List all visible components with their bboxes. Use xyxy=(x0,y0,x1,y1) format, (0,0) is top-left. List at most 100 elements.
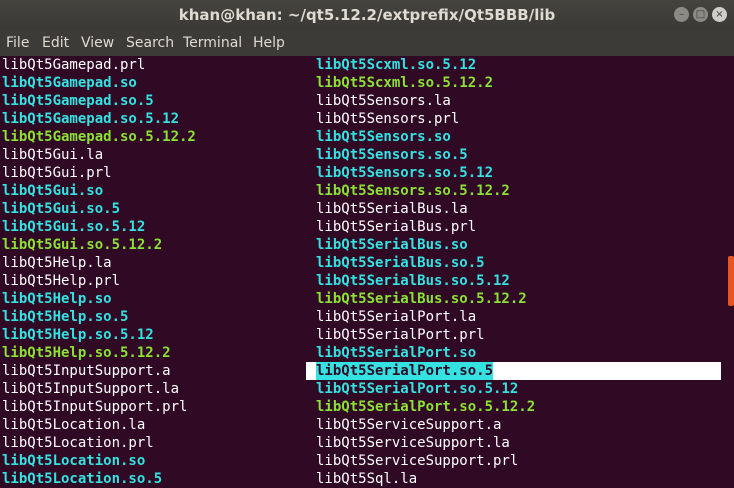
file-entry: libQt5SerialPort.so.5.12.2 xyxy=(316,398,535,416)
file-name: libQt5Sensors.prl xyxy=(316,111,460,127)
menu-file[interactable]: File xyxy=(6,30,29,56)
file-name: libQt5Help.la xyxy=(2,255,112,271)
file-name: libQt5InputSupport.a xyxy=(2,363,171,379)
file-entry: libQt5SerialPort.so xyxy=(316,344,535,362)
file-name: libQt5Sql.la xyxy=(316,471,418,487)
file-name: libQt5Help.so.5.12.2 xyxy=(2,345,171,361)
file-name: libQt5ServiceSupport.prl xyxy=(316,453,519,469)
file-entry: libQt5Help.la xyxy=(2,254,196,272)
file-name: libQt5SerialBus.prl xyxy=(316,219,477,235)
file-entry: libQt5Gui.la xyxy=(2,146,196,164)
file-name: libQt5Sensors.so xyxy=(316,129,451,145)
file-name: libQt5Gui.prl xyxy=(2,165,112,181)
menu-terminal[interactable]: Terminal xyxy=(183,30,242,56)
file-entry: libQt5Location.so.5 xyxy=(2,470,196,488)
file-name: libQt5SerialPort.so.5.12.2 xyxy=(316,399,536,415)
menu-edit[interactable]: Edit xyxy=(42,30,69,56)
file-name: libQt5Location.la xyxy=(2,417,146,433)
file-name: libQt5Scxml.so.5.12 xyxy=(316,57,477,73)
file-name: libQt5Help.so xyxy=(2,291,112,307)
file-entry: libQt5Gui.so.5 xyxy=(2,200,196,218)
file-entry: libQt5SerialBus.la xyxy=(316,200,535,218)
file-entry: libQt5Help.so xyxy=(2,290,196,308)
file-entry: libQt5SerialBus.so.5.12.2 xyxy=(316,290,535,308)
file-entry: libQt5Gui.so.5.12.2 xyxy=(2,236,196,254)
file-name: libQt5Scxml.so.5.12.2 xyxy=(316,75,494,91)
file-name: libQt5SerialBus.so xyxy=(316,237,468,253)
file-entry: libQt5Location.prl xyxy=(2,434,196,452)
file-entry: libQt5ServiceSupport.la xyxy=(316,434,535,452)
file-entry: libQt5Gamepad.so.5.12.2 xyxy=(2,128,196,146)
file-name: libQt5SerialBus.so.5.12.2 xyxy=(316,291,527,307)
file-entry: libQt5Sensors.la xyxy=(316,92,535,110)
file-name: libQt5Sensors.so.5.12 xyxy=(316,165,494,181)
window-title: khan@khan: ~/qt5.12.2/extprefix/Qt5BBB/l… xyxy=(178,6,556,24)
file-entry: libQt5InputSupport.prl xyxy=(2,398,196,416)
file-entry: libQt5Location.so xyxy=(2,452,196,470)
maximize-button[interactable]: □ xyxy=(693,7,708,22)
file-name: libQt5SerialBus.so.5 xyxy=(316,255,485,271)
scrollbar-thumb[interactable] xyxy=(728,256,734,306)
listing-column-left: libQt5Gamepad.prl libQt5Gamepad.so libQt5G… xyxy=(2,56,196,488)
file-entry: libQt5Help.so.5 xyxy=(2,308,196,326)
file-entry: libQt5SerialPort.so.5.12 xyxy=(316,380,535,398)
menu-view[interactable]: View xyxy=(81,30,114,56)
file-name: libQt5SerialPort.so.5.12 xyxy=(316,381,519,397)
file-entry: libQt5SerialBus.so.5.12 xyxy=(316,272,535,290)
file-name: libQt5Gamepad.so.5 xyxy=(2,93,154,109)
file-name: libQt5Sensors.so.5.12.2 xyxy=(316,183,510,199)
file-entry: libQt5InputSupport.a xyxy=(2,362,196,380)
file-name: libQt5SerialPort.so xyxy=(316,345,477,361)
file-name: libQt5Gui.la xyxy=(2,147,104,163)
minimize-button[interactable]: – xyxy=(674,7,689,22)
file-entry: libQt5InputSupport.la xyxy=(2,380,196,398)
file-entry: libQt5Gamepad.so xyxy=(2,74,196,92)
file-name: libQt5Gui.so xyxy=(2,183,104,199)
file-entry: libQt5SerialBus.so.5 xyxy=(316,254,535,272)
menu-search[interactable]: Search xyxy=(126,30,174,56)
file-entry: libQt5Gamepad.prl xyxy=(2,56,196,74)
file-name: libQt5SerialBus.so.5.12 xyxy=(316,273,510,289)
file-name: libQt5Help.so.5 xyxy=(2,309,129,325)
file-name: libQt5ServiceSupport.a xyxy=(316,417,502,433)
file-entry: libQt5Sensors.prl xyxy=(316,110,535,128)
file-entry: libQt5Gui.prl xyxy=(2,164,196,182)
file-name: libQt5Sensors.la xyxy=(316,93,451,109)
close-button[interactable]: × xyxy=(712,7,727,22)
file-name: libQt5SerialBus.la xyxy=(316,201,468,217)
file-name: libQt5Gui.so.5 xyxy=(2,201,121,217)
file-entry: libQt5Gui.so xyxy=(2,182,196,200)
title-bar[interactable]: khan@khan: ~/qt5.12.2/extprefix/Qt5BBB/l… xyxy=(0,0,734,30)
file-entry: libQt5Help.prl xyxy=(2,272,196,290)
menu-bar: File Edit View Search Terminal Help xyxy=(0,30,734,56)
file-entry: libQt5ServiceSupport.prl xyxy=(316,452,535,470)
file-entry: libQt5Sensors.so.5.12.2 xyxy=(316,182,535,200)
file-name: libQt5ServiceSupport.la xyxy=(316,435,510,451)
file-entry: libQt5Sql.la xyxy=(316,470,535,488)
file-name: libQt5SerialPort.prl xyxy=(316,327,485,343)
file-name: libQt5Gui.so.5.12 xyxy=(2,219,146,235)
terminal-output[interactable]: libQt5Gamepad.prl libQt5Gamepad.so libQt5G… xyxy=(0,56,734,488)
file-entry: libQt5Gui.so.5.12 xyxy=(2,218,196,236)
file-name: libQt5Gui.so.5.12.2 xyxy=(2,237,163,253)
menu-help[interactable]: Help xyxy=(253,30,285,56)
file-name: libQt5SerialPort.la xyxy=(316,309,477,325)
file-entry: libQt5SerialBus.so xyxy=(316,236,535,254)
file-name: libQt5Gamepad.so.5.12.2 xyxy=(2,129,196,145)
file-entry: libQt5Location.la xyxy=(2,416,196,434)
file-name: libQt5Location.prl xyxy=(2,435,154,451)
file-entry: libQt5ServiceSupport.a xyxy=(316,416,535,434)
file-entry: libQt5SerialBus.prl xyxy=(316,218,535,236)
file-entry: libQt5Sensors.so.5.12 xyxy=(316,164,535,182)
file-entry: libQt5Sensors.so xyxy=(316,128,535,146)
file-name: libQt5Help.so.5.12 xyxy=(2,327,154,343)
file-entry: libQt5SerialPort.la xyxy=(316,308,535,326)
file-name: libQt5Help.prl xyxy=(2,273,121,289)
file-entry: libQt5Gamepad.so.5.12 xyxy=(2,110,196,128)
file-name: libQt5Sensors.so.5 xyxy=(316,147,468,163)
file-entry: libQt5Gamepad.so.5 xyxy=(2,92,196,110)
file-entry: libQt5Help.so.5.12.2 xyxy=(2,344,196,362)
file-name: libQt5Location.so.5 xyxy=(2,471,163,487)
file-name: libQt5Gamepad.so.5.12 xyxy=(2,111,180,127)
file-name: libQt5InputSupport.la xyxy=(2,381,180,397)
